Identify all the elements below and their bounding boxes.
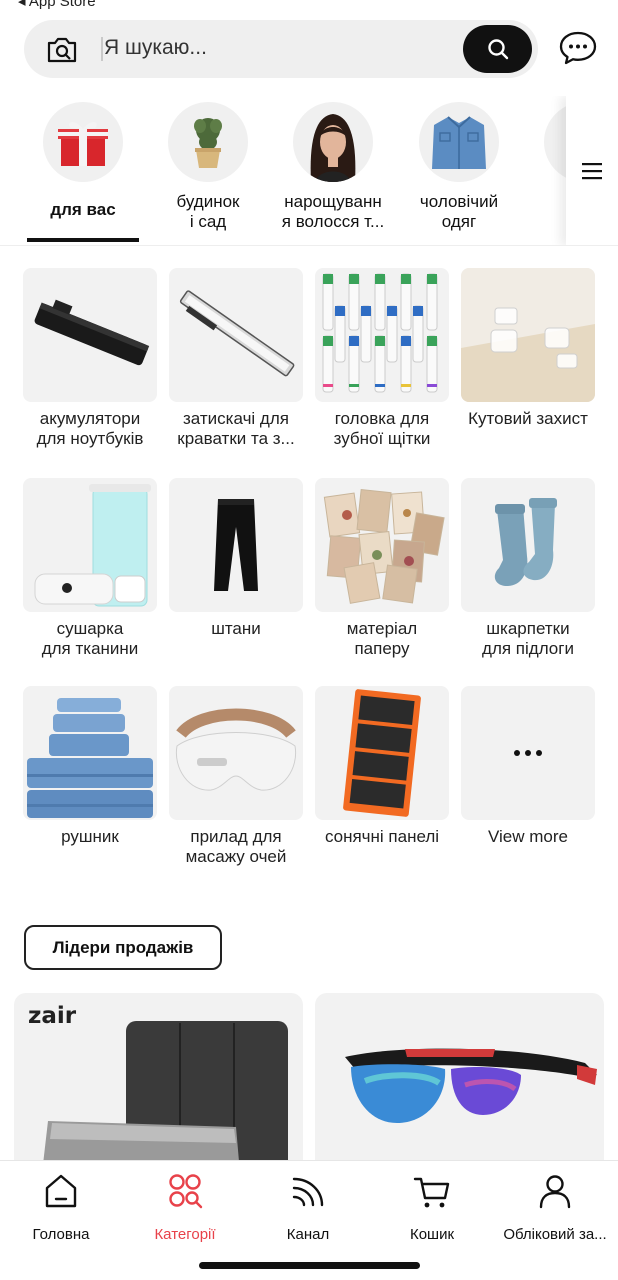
nav-label: Категорії: [154, 1226, 216, 1243]
feed-icon: [292, 1177, 324, 1207]
subcategory-label: матеріал паперу: [346, 619, 418, 658]
wig-portrait-image: [293, 102, 373, 182]
subcategory-label: рушник: [61, 827, 119, 846]
messages-icon[interactable]: [558, 30, 598, 66]
all-categories-menu-button[interactable]: [566, 96, 618, 245]
subcategory-solar-panels[interactable]: сонячні панелі: [315, 686, 449, 847]
nav-cart[interactable]: Кошик: [372, 1171, 492, 1243]
solar-panel-image: [315, 686, 449, 820]
back-to-app-store-link[interactable]: ◂ App Store: [18, 0, 96, 10]
category-label: нарощуванн я волосся т...: [281, 192, 385, 231]
subcategory-floor-socks[interactable]: шкарпетки для підлоги: [461, 478, 595, 659]
potted-plant-image: [168, 102, 248, 182]
hamburger-menu-icon: [582, 163, 602, 180]
nav-categories[interactable]: Категорії: [125, 1171, 245, 1243]
corner-protector-image: [461, 268, 595, 402]
category-tab-mens-clothing[interactable]: чоловічий одяг: [394, 102, 524, 232]
subcategory-label: головка для зубної щітки: [333, 409, 431, 448]
nav-label: Канал: [286, 1226, 330, 1243]
search-divider: [101, 37, 103, 61]
denim-shirt-image: [419, 102, 499, 182]
cart-icon: [413, 1177, 450, 1208]
pants-image: [169, 478, 303, 612]
subcategory-label: акумулятори для ноутбуків: [36, 409, 144, 448]
search-icon: [487, 39, 508, 60]
home-icon: [45, 1174, 77, 1208]
subcategory-label: затискачі для краватки та з...: [177, 409, 295, 448]
laptop-battery-image: [23, 268, 157, 402]
account-icon: [539, 1175, 571, 1209]
subcategory-pants[interactable]: штани: [169, 478, 303, 639]
subcategory-clothes-dryer[interactable]: сушарка для тканини: [23, 478, 157, 659]
towels-image: [23, 686, 157, 820]
nav-label: Кошик: [409, 1226, 455, 1243]
subcategory-label: Кутовий захист: [468, 409, 588, 428]
subcategory-toothbrush-heads[interactable]: головка для зубної щітки: [315, 268, 449, 449]
subcategory-towel[interactable]: рушник: [23, 686, 157, 847]
active-tab-indicator: [27, 238, 139, 242]
bestsellers-button[interactable]: Лідери продажів: [24, 925, 222, 970]
tie-clip-image: [169, 268, 303, 402]
product-card-sport-sunglasses[interactable]: [315, 993, 604, 1173]
nav-feed[interactable]: Канал: [248, 1171, 368, 1243]
subcategory-laptop-batteries[interactable]: акумулятори для ноутбуків: [23, 268, 157, 449]
toothbrush-heads-image: [315, 268, 449, 402]
subcategory-corner-protection[interactable]: Кутовий захист: [461, 268, 595, 429]
eye-massager-image: [169, 686, 303, 820]
category-label: будинок і сад: [176, 192, 240, 231]
search-button[interactable]: [463, 25, 532, 73]
search-input[interactable]: Я шукаю...: [104, 36, 207, 60]
camera-search-icon[interactable]: [46, 34, 78, 64]
more-dots-icon: [461, 686, 595, 820]
nav-label: Головна: [32, 1226, 90, 1243]
subcategory-label: шкарпетки для підлоги: [482, 619, 574, 658]
brand-label: zair: [28, 1003, 77, 1029]
category-tab-for-you[interactable]: для вас: [18, 102, 148, 220]
category-label: для вас: [50, 200, 116, 219]
nav-label: Обліковий за...: [503, 1226, 607, 1243]
fuzzy-socks-image: [461, 478, 595, 612]
search-bar[interactable]: Я шукаю...: [24, 20, 538, 78]
category-label: чоловічий одяг: [419, 192, 499, 231]
subcategory-label: штани: [211, 619, 261, 638]
decorative-paper-image: [315, 478, 449, 612]
sunglasses-image: [345, 1048, 597, 1123]
view-more-label: View more: [488, 827, 568, 846]
category-tab-hair-extensions[interactable]: нарощуванн я волосся т...: [268, 102, 398, 232]
nav-account[interactable]: Обліковий за...: [495, 1171, 615, 1243]
subcategory-paper-material[interactable]: матеріал паперу: [315, 478, 449, 659]
clothes-dryer-image: [23, 478, 157, 612]
gift-box-image: [43, 102, 123, 182]
subcategory-tie-clips[interactable]: затискачі для краватки та з...: [169, 268, 303, 449]
product-card-tablet-case[interactable]: zair: [14, 993, 303, 1173]
nav-home[interactable]: Головна: [1, 1171, 121, 1243]
subcategory-label: прилад для масажу очей: [185, 827, 287, 866]
subcategory-label: сушарка для тканини: [41, 619, 139, 658]
category-strip: для вас будинок і сад нарощуванн я волос…: [0, 96, 618, 246]
home-indicator: [199, 1262, 420, 1269]
categories-grid-icon: [169, 1174, 203, 1209]
view-more-button[interactable]: View more: [461, 686, 595, 847]
category-tab-home-garden[interactable]: будинок і сад: [143, 102, 273, 232]
subcategory-eye-massager[interactable]: прилад для масажу очей: [169, 686, 303, 867]
subcategory-label: сонячні панелі: [324, 827, 440, 846]
